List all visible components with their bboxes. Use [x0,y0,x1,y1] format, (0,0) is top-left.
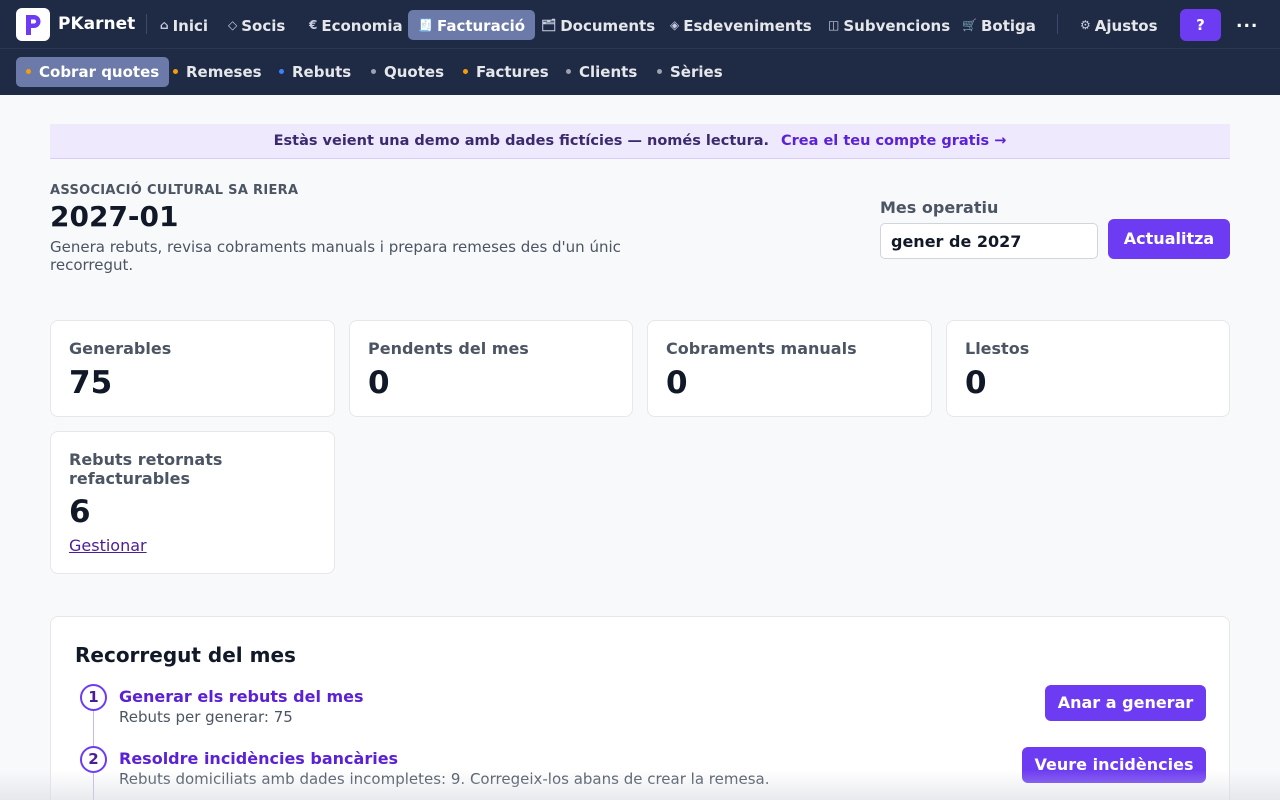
month-input[interactable] [880,223,1098,259]
nav-label: Botiga [980,17,1036,35]
more-menu-button[interactable]: ... [1236,12,1258,32]
step-subtitle: Rebuts domiciliats amb dades incompletes… [119,770,770,788]
nav-item-documents[interactable]: 🗂 Documents [541,10,655,40]
stat-card-generables: Generables 75 [50,320,335,417]
nav-item-inici[interactable]: ⌂ Inici [160,10,208,40]
receipt-icon: 🧾 [418,18,433,32]
nav-item-subvencions[interactable]: ◫ Subvencions [828,10,950,40]
subnav-item-cobrar-quotes[interactable]: Cobrar quotes [16,57,170,87]
stat-label: Pendents del mes [368,339,529,358]
nav-item-ajustos[interactable]: ⚙ Ajustos [1080,10,1158,40]
subnav-label: Remeses [186,63,262,81]
status-dot [279,69,284,74]
nav-item-esdeveniments[interactable]: ◈ Esdeveniments [670,10,812,40]
stat-value: 0 [368,365,390,401]
update-button[interactable]: Actualitza [1108,219,1230,259]
diamond-icon: ◇ [228,18,238,32]
step-subtitle: Rebuts per generar: 75 [119,708,293,726]
top-nav: PKarnet ⌂ Inici ◇ Socis € Economia 🧾 Factura… [0,0,1280,48]
stat-label: Llestos [965,339,1030,358]
home-icon: ⌂ [160,18,169,32]
step-title[interactable]: Resoldre incidències bancàries [119,749,398,768]
help-button[interactable]: ? [1180,9,1221,41]
status-dot [463,69,468,74]
nav-label: Subvencions [843,17,951,35]
event-diamond-icon: ◈ [670,18,680,32]
month-label: Mes operatiu [880,198,999,217]
stat-card-rebuts-retornats: Rebuts retornats refacturables 6 Gestion… [50,431,335,574]
monthly-journey-panel: Recorregut del mes 1 Generar els rebuts … [50,616,1230,800]
gear-icon: ⚙ [1080,18,1091,32]
page-description: Genera rebuts, revisa cobraments manuals… [50,238,621,274]
nav-label: Documents [560,17,656,35]
stat-value: 0 [666,365,688,401]
sub-nav: Cobrar quotes Remeses Rebuts Quotes Fact… [0,48,1280,95]
view-incidents-button[interactable]: Veure incidències [1022,747,1206,783]
subnav-label: Quotes [384,63,445,81]
nav-label: Facturació [436,17,526,35]
stat-label: Rebuts retornats refacturables [69,450,223,488]
stat-card-cobraments-manuals: Cobraments manuals 0 [647,320,932,417]
subnav-item-clients[interactable]: Clients [566,57,637,87]
step-number: 2 [80,746,107,773]
subnav-label: Sèries [670,63,723,81]
euro-icon: € [309,18,318,32]
cart-icon: 🛒 [962,18,977,32]
subnav-item-series[interactable]: Sèries [657,57,723,87]
manage-link[interactable]: Gestionar [69,536,147,555]
nav-label: Esdeveniments [683,17,812,35]
nav-item-facturacio[interactable]: 🧾 Facturació [408,10,536,40]
subnav-item-remeses[interactable]: Remeses [173,57,262,87]
app-logo[interactable] [16,8,50,41]
nav-item-botiga[interactable]: 🛒 Botiga [962,10,1036,40]
nav-label: Inici [172,17,209,35]
stat-label: Cobraments manuals [666,339,857,358]
demo-banner-text: Estàs veient una demo amb dades fictície… [273,133,770,149]
subnav-item-factures[interactable]: Factures [463,57,549,87]
go-generate-button[interactable]: Anar a generar [1045,685,1206,721]
subnav-label: Clients [579,63,638,81]
panel-title: Recorregut del mes [75,643,296,667]
step-title[interactable]: Generar els rebuts del mes [119,687,364,706]
subnav-label: Rebuts [292,63,352,81]
stat-card-pendents: Pendents del mes 0 [349,320,633,417]
status-dot [173,69,178,74]
status-dot [566,69,571,74]
status-dot [371,69,376,74]
subnav-item-rebuts[interactable]: Rebuts [279,57,351,87]
folder-icon: 🗂 [541,18,557,32]
nav-label: Socis [241,17,286,35]
stat-label: Generables [69,339,172,358]
stat-card-llestos: Llestos 0 [946,320,1230,417]
nav-divider [1057,14,1058,34]
nav-divider [146,14,147,34]
nav-label: Economia [321,17,403,35]
demo-banner: Estàs veient una demo amb dades fictície… [50,124,1230,159]
page-title: 2027-01 [50,200,179,233]
nav-item-socis[interactable]: ◇ Socis [228,10,285,40]
status-dot [657,69,662,74]
status-dot [26,69,31,74]
columns-icon: ◫ [828,18,840,32]
stat-value: 0 [965,365,987,401]
subnav-label: Factures [476,63,549,81]
organization-name: ASSOCIACIÓ CULTURAL SA RIERA [50,183,299,198]
nav-item-economia[interactable]: € Economia [309,10,403,40]
stat-value: 6 [69,494,91,530]
create-account-link[interactable]: Crea el teu compte gratis → [781,133,1006,149]
step-number: 1 [80,684,107,711]
nav-label: Ajustos [1094,17,1158,35]
stat-value: 75 [69,365,113,401]
brand-name[interactable]: PKarnet [58,14,135,34]
subnav-label: Cobrar quotes [39,63,160,81]
subnav-item-quotes[interactable]: Quotes [371,57,444,87]
